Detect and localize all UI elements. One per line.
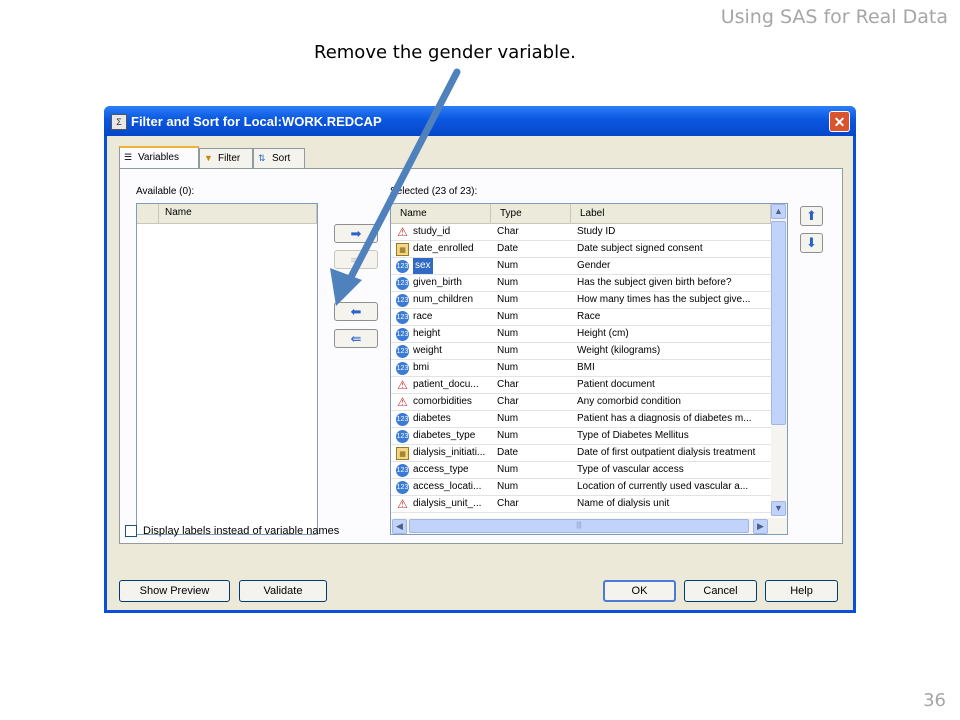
- annotation-arrow-shaft: [344, 68, 461, 287]
- annotation-arrow: [330, 68, 461, 306]
- page-number: 36: [923, 690, 946, 711]
- annotation-arrow-head: [330, 268, 362, 306]
